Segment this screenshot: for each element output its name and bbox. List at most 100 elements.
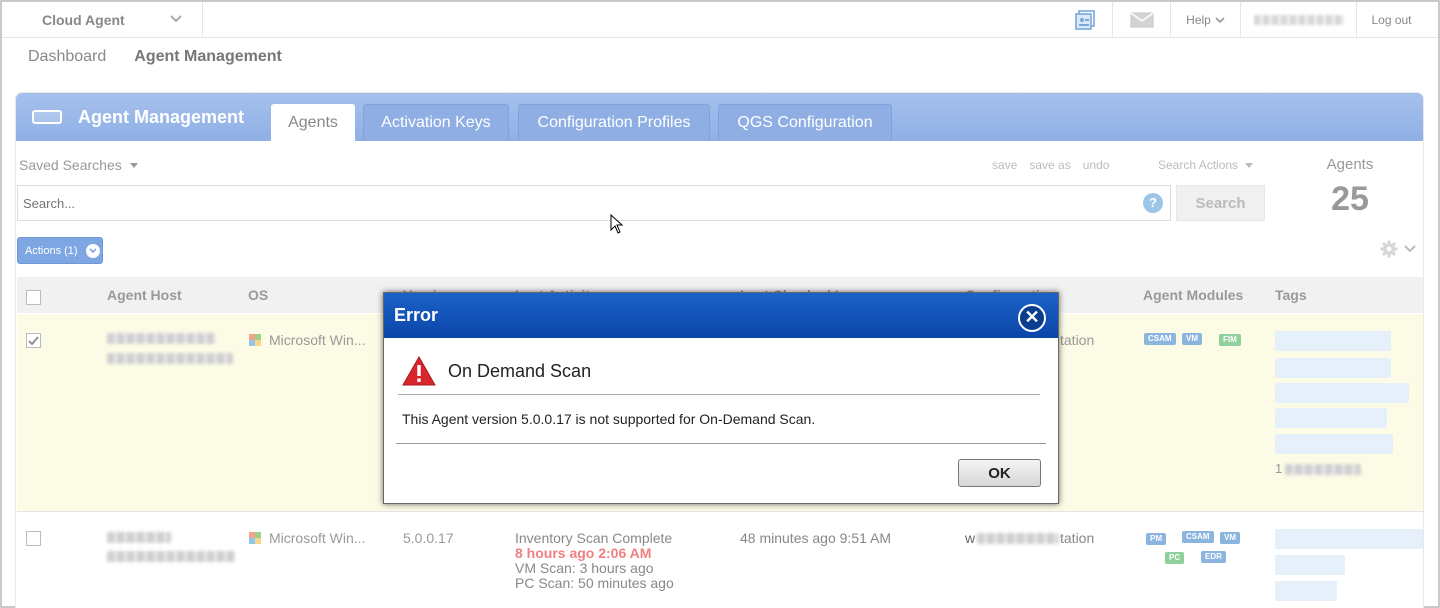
panel-header: Agent Management Agents Activation Keys … (16, 93, 1423, 141)
table-row[interactable]: Microsoft Win... 5.0.0.17 Inventory Scan… (17, 513, 1423, 608)
gear-icon (1380, 240, 1398, 258)
search-actions-dropdown[interactable]: Search Actions (1158, 158, 1254, 172)
module-badge: CSAM (1182, 531, 1214, 543)
tab-activation-keys[interactable]: Activation Keys (363, 104, 509, 141)
agent-ip-redacted (107, 353, 233, 364)
mouse-cursor-icon (610, 214, 624, 234)
undo-link[interactable]: undo (1083, 158, 1110, 172)
version-cell: 5.0.0.17 (403, 530, 454, 546)
mail-icon[interactable] (1112, 2, 1170, 38)
activity-line: Inventory Scan Complete (515, 530, 673, 546)
caret-down-icon (1245, 162, 1254, 168)
panel-title-text: Agent Management (78, 106, 245, 127)
logout-label: Log out (1371, 13, 1412, 27)
chevron-down-icon (85, 243, 100, 258)
windows-logo-icon (249, 532, 261, 544)
activity-line: PC Scan: 50 minutes ago (515, 575, 674, 591)
card-view-icon[interactable] (1060, 2, 1110, 38)
app-switcher[interactable]: Cloud Agent (22, 2, 203, 38)
column-os[interactable]: OS (248, 287, 268, 303)
column-agent-modules[interactable]: Agent Modules (1143, 287, 1243, 303)
chevron-down-icon (1404, 245, 1416, 253)
chevron-down-icon (170, 15, 182, 23)
warning-icon (402, 356, 436, 386)
chevron-down-icon (1215, 16, 1225, 23)
search-links: save save as undo (992, 158, 1109, 172)
module-badge: CSAM (1144, 333, 1176, 345)
tag-chip[interactable] (1275, 358, 1391, 378)
activity-time-alert: 8 hours ago 2:06 AM (515, 545, 652, 561)
panel-title: Agent Management (32, 93, 244, 141)
more-tags-count[interactable]: 1 (1275, 461, 1282, 476)
help-menu[interactable]: Help (1170, 2, 1240, 38)
breadcrumb: Dashboard Agent Management (28, 48, 282, 66)
actions-button[interactable]: Actions (1) (17, 237, 103, 264)
caret-down-icon (129, 162, 138, 168)
search-button[interactable]: Search (1176, 185, 1265, 221)
column-agent-host[interactable]: Agent Host (107, 287, 182, 303)
os-cell: Microsoft Win... (249, 530, 365, 546)
activity-line: VM Scan: 3 hours ago (515, 560, 654, 576)
help-icon[interactable]: ? (1143, 193, 1163, 213)
saved-searches-label: Saved Searches (19, 157, 122, 173)
breadcrumb-dashboard[interactable]: Dashboard (28, 48, 106, 66)
os-cell: Microsoft Win... (249, 332, 365, 348)
configuration-suffix: tation (1060, 530, 1095, 546)
tag-chip[interactable] (1275, 581, 1337, 601)
tag-chip[interactable] (1275, 408, 1387, 428)
logout-link[interactable]: Log out (1356, 2, 1426, 38)
os-text: Microsoft Win... (269, 332, 366, 348)
row-checkbox[interactable] (26, 531, 41, 546)
module-badge: PM (1146, 533, 1166, 545)
agents-count-label: Agents (1326, 156, 1374, 173)
close-button[interactable]: ✕ (1018, 304, 1046, 332)
tag-chip[interactable] (1275, 383, 1409, 403)
ok-button[interactable]: OK (958, 459, 1041, 487)
os-text: Microsoft Win... (269, 530, 366, 546)
save-search-link[interactable]: save (992, 158, 1017, 172)
tag-chip[interactable] (1275, 555, 1345, 575)
dialog-title: Error (394, 305, 439, 325)
tab-label: Activation Keys (381, 114, 491, 131)
agent-ip-redacted (107, 551, 235, 562)
top-bar: Cloud Agent Help Log out (2, 2, 1438, 38)
configuration-cell: tation (1060, 332, 1095, 348)
module-badge: VM (1220, 532, 1240, 544)
agents-count: 25 (1331, 180, 1369, 218)
breadcrumb-agent-management[interactable]: Agent Management (134, 48, 282, 66)
row-checkbox-checked[interactable] (26, 333, 41, 348)
configuration-redacted (977, 533, 1059, 544)
configuration-prefix: w (965, 530, 976, 546)
divider (398, 394, 1040, 395)
column-settings-menu[interactable] (1380, 240, 1416, 258)
tab-qgs-configuration[interactable]: QGS Configuration (718, 104, 892, 141)
search-input[interactable] (17, 185, 1171, 221)
divider (396, 443, 1046, 444)
column-tags[interactable]: Tags (1275, 287, 1307, 303)
dialog-heading-text: On Demand Scan (448, 360, 592, 381)
select-all-checkbox[interactable] (26, 290, 41, 305)
checkmark-icon (28, 336, 39, 346)
agent-host-redacted (107, 532, 171, 543)
tab-configuration-profiles[interactable]: Configuration Profiles (518, 104, 710, 141)
tag-chip[interactable] (1275, 331, 1391, 351)
module-badge: VM (1182, 333, 1202, 345)
agent-device-icon (32, 110, 62, 124)
tab-label: Agents (288, 114, 338, 131)
tag-chip[interactable] (1275, 434, 1393, 454)
tag-chip[interactable] (1275, 529, 1423, 549)
more-tags-redacted (1285, 464, 1361, 475)
help-label: Help (1186, 13, 1211, 27)
user-menu[interactable] (1240, 2, 1356, 38)
search-actions-label: Search Actions (1158, 158, 1239, 172)
saved-searches-dropdown[interactable]: Saved Searches (19, 157, 138, 173)
error-dialog: Error ✕ On Demand Scan This Agent versio… (383, 292, 1059, 504)
app-name: Cloud Agent (42, 12, 125, 28)
agent-host-redacted (107, 333, 215, 344)
windows-logo-icon (249, 334, 261, 346)
tab-agents[interactable]: Agents (271, 104, 355, 141)
tab-label: Configuration Profiles (537, 114, 691, 131)
module-badge: PC (1165, 552, 1185, 564)
dialog-heading: On Demand Scan (402, 356, 591, 386)
save-as-link[interactable]: save as (1029, 158, 1070, 172)
